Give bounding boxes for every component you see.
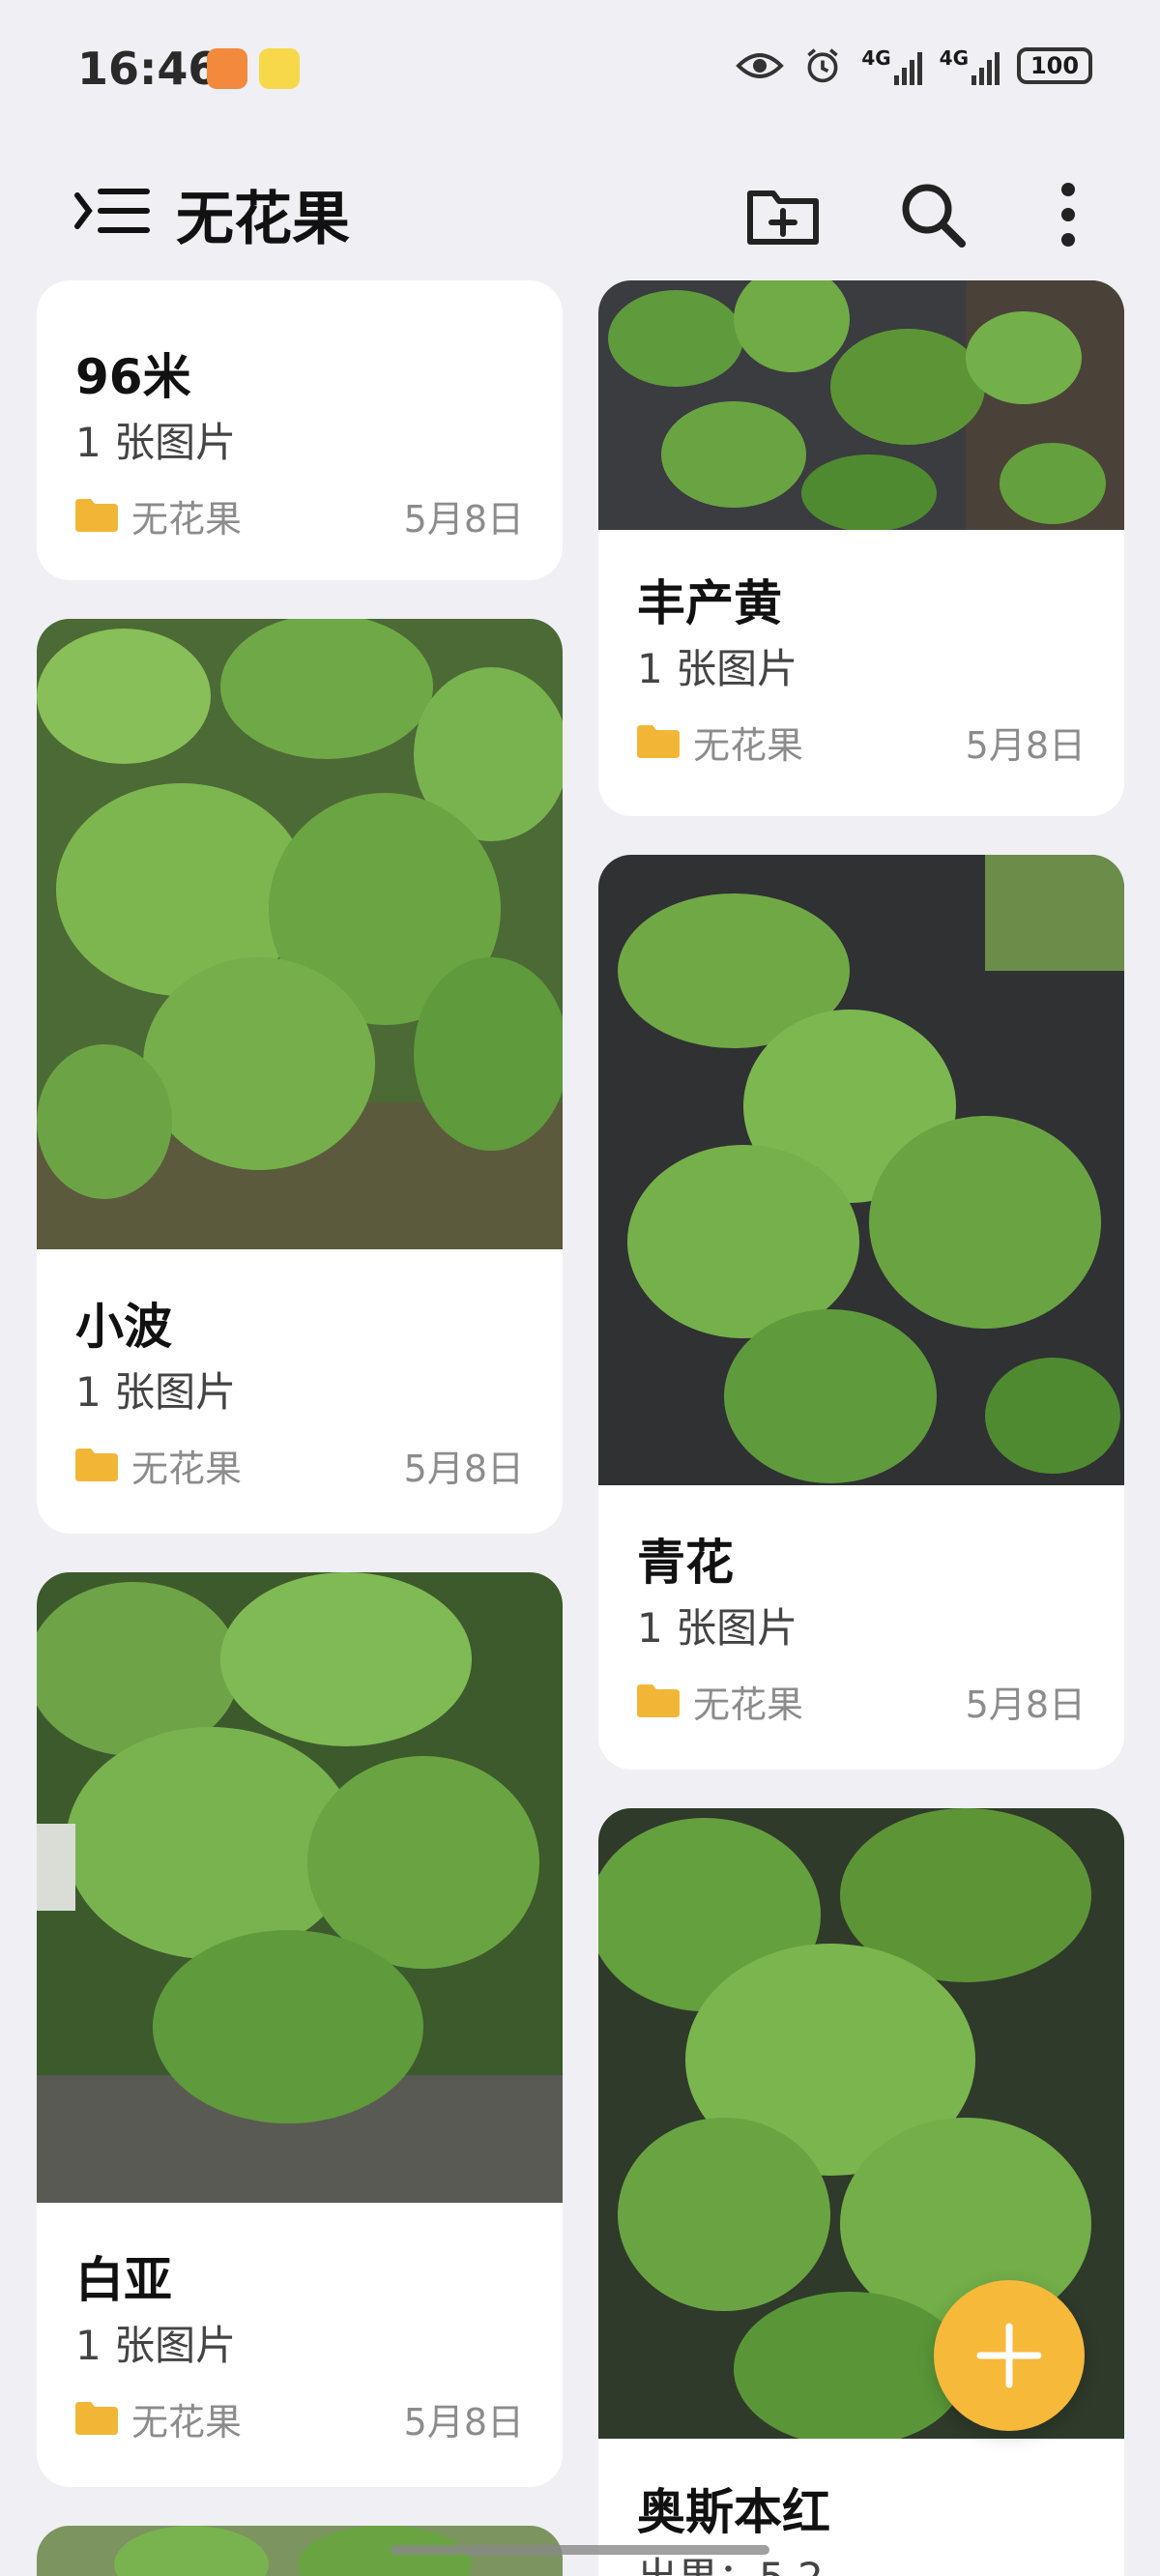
note-card[interactable]: 96米 1 张图片 无花果 5月8日 <box>37 280 563 580</box>
card-title: 小波 <box>75 1299 172 1355</box>
card-folder-name: 无花果 <box>131 498 243 541</box>
card-folder-name: 无花果 <box>131 1448 243 1490</box>
app-notification-icon <box>207 48 247 89</box>
add-note-button[interactable] <box>934 2280 1085 2431</box>
card-title: 青花 <box>637 1535 734 1591</box>
card-image-count: 1 张图片 <box>75 419 237 466</box>
status-bar: 16:46 4G 4G 100 <box>0 0 1160 135</box>
folder-icon <box>637 725 680 758</box>
eye-icon <box>736 53 785 78</box>
network-type-2: 4G <box>939 46 969 70</box>
app-notification-icon <box>259 48 300 89</box>
card-date: 5月8日 <box>403 1448 524 1490</box>
card-date: 5月8日 <box>965 724 1086 767</box>
card-title: 奥斯本红 <box>637 2484 830 2540</box>
folder-icon <box>637 1684 680 1717</box>
menu-collapse-icon[interactable] <box>73 182 151 240</box>
card-photo <box>37 1572 563 2203</box>
note-card[interactable]: 白亚 1 张图片 无花果 5月8日 <box>37 1572 563 2487</box>
more-vertical-icon[interactable] <box>1030 176 1107 253</box>
search-icon[interactable] <box>894 176 972 253</box>
status-icons: 4G 4G 100 <box>736 46 1092 85</box>
card-date: 5月8日 <box>965 1683 1086 1726</box>
status-time: 16:46 <box>77 43 219 95</box>
card-title: 丰产黄 <box>637 575 782 631</box>
folder-icon <box>75 499 118 532</box>
note-card[interactable]: 青花 1 张图片 无花果 5月8日 <box>598 855 1124 1770</box>
card-image-count: 1 张图片 <box>637 1604 798 1652</box>
folder-icon <box>75 1449 118 1481</box>
app-toolbar: 无花果 <box>0 155 1160 271</box>
card-date: 5月8日 <box>403 2401 524 2444</box>
card-photo <box>598 280 1124 530</box>
card-image-count: 1 张图片 <box>75 2322 237 2369</box>
alarm-icon <box>807 48 839 83</box>
card-image-count: 1 张图片 <box>75 1368 237 1416</box>
card-image-count: 1 张图片 <box>637 645 798 692</box>
card-title: 96米 <box>75 349 191 405</box>
cellular-signal-icon: 4G <box>940 46 1000 85</box>
battery-level: 100 <box>1030 52 1080 79</box>
cellular-signal-icon: 4G <box>861 46 922 85</box>
card-photo <box>598 855 1124 1485</box>
plus-icon <box>976 2323 1042 2388</box>
folder-add-icon[interactable] <box>744 176 822 253</box>
card-title: 白亚 <box>75 2252 172 2308</box>
network-type-1: 4G <box>861 46 891 70</box>
folder-icon <box>75 2402 118 2435</box>
home-indicator[interactable] <box>391 2545 769 2555</box>
note-card[interactable]: 丰产黄 1 张图片 无花果 5月8日 <box>598 280 1124 816</box>
card-photo <box>37 619 563 1249</box>
note-card[interactable]: 奥斯本红 出果：5.2 <box>598 1808 1124 2576</box>
card-date: 5月8日 <box>403 498 524 541</box>
page-title: 无花果 <box>176 186 350 253</box>
battery-icon: 100 <box>1017 47 1092 84</box>
note-card[interactable]: 小波 1 张图片 无花果 5月8日 <box>37 619 563 1534</box>
card-folder-name: 无花果 <box>131 2401 243 2444</box>
card-folder-name: 无花果 <box>693 1683 804 1726</box>
card-folder-name: 无花果 <box>693 724 804 767</box>
